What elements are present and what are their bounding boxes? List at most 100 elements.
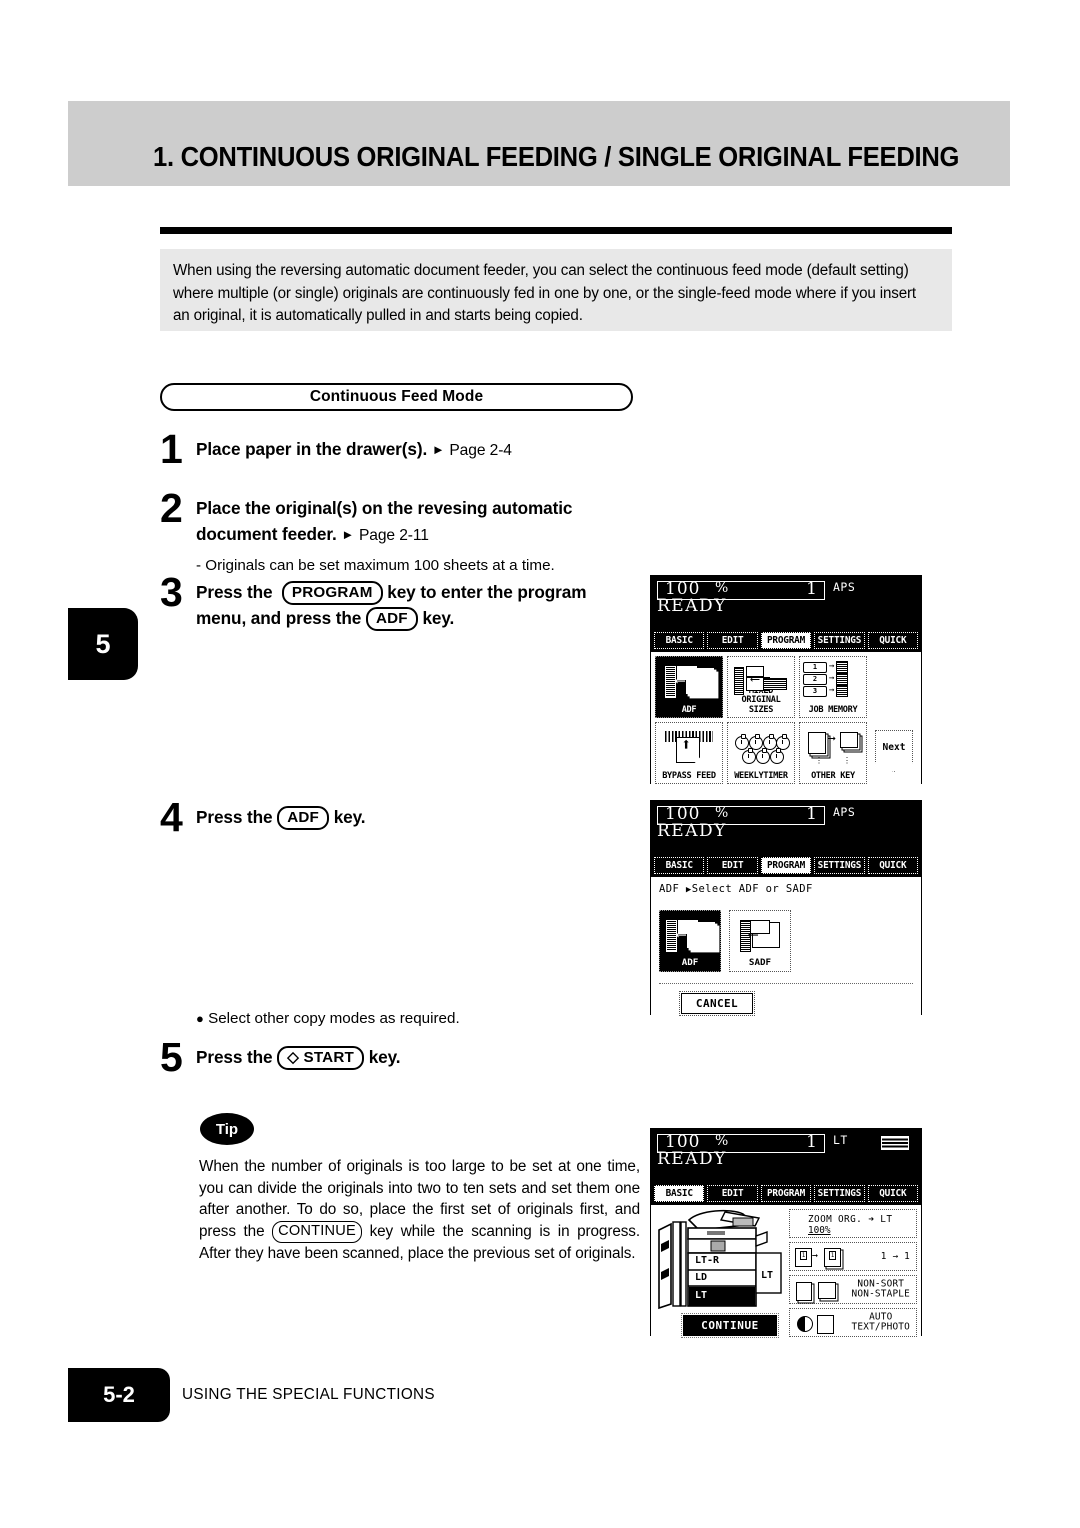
lcd3-tab-basic[interactable]: BASIC (654, 1185, 705, 1202)
step-2-note: - Originals can be set maximum 100 sheet… (196, 557, 555, 574)
continue-key[interactable]: CONTINUE (272, 1220, 362, 1243)
lcd1-bypass-feed-button[interactable]: ⬆ BYPASS FEED (655, 722, 723, 784)
tip-badge: Tip (200, 1113, 254, 1145)
intro-callout: When using the reversing automatic docum… (160, 249, 952, 331)
lcd2-tab-basic[interactable]: BASIC (654, 857, 705, 874)
lcd3-tab-program[interactable]: PROGRAM (760, 1185, 812, 1202)
lcd3-tab-edit[interactable]: EDIT (707, 1185, 758, 1202)
lcd1-ready-text: READY (657, 596, 727, 616)
lcd1-paper-mode: APS (833, 580, 856, 594)
program-key[interactable]: PROGRAM (281, 581, 383, 605)
lcd1-other-key-button[interactable]: ➞ ⋮ ⋮ OTHER KEY (799, 722, 867, 784)
lcd3-continue-button[interactable]: CONTINUE (681, 1313, 779, 1338)
intro-text: When using the reversing automatic docum… (173, 262, 916, 324)
step-3-number: 3 (160, 569, 183, 615)
lcd1-job-memory-button[interactable]: 1 ➞ 2 ➞ 3 ➞ JOB MEMORY (799, 656, 867, 718)
step-4-number: 4 (160, 794, 183, 840)
lcd3-zoom-value: 100% (808, 1225, 831, 1236)
section-title-band: 1. CONTINUOUS ORIGINAL FEEDING / SINGLE … (68, 101, 1010, 186)
step-4: 4 Press the ADF key. (160, 794, 630, 840)
lcd2-cancel-button[interactable]: CANCEL (679, 991, 755, 1016)
lcd2-tab-row: BASIC EDIT PROGRAM SETTINGS QUICK (651, 853, 921, 877)
lcd2-tab-settings[interactable]: SETTINGS (814, 857, 865, 874)
lcd3-zoom-button[interactable]: ZOOM ORG. ➜ LT 100% (789, 1209, 917, 1238)
lcd1-button-grid: ⟵ ADF ⟵ MIXED ORI (655, 656, 867, 784)
lcd2-adf-label: ADF (681, 957, 699, 968)
lcd3-tab-quick[interactable]: QUICK (867, 1185, 919, 1202)
step-1: 1 Place paper in the drawer(s). ► Page 2… (160, 426, 630, 472)
lcd1-tab-settings[interactable]: SETTINGS (814, 632, 865, 649)
lcd1-percent-symbol: % (715, 580, 729, 596)
step-3: 3 Press the PROGRAM key to enter the pro… (160, 569, 642, 631)
start-key[interactable]: ◇ START (277, 1046, 364, 1070)
lcd1-adf-button[interactable]: ⟵ ADF (655, 656, 723, 718)
lcd1-adf-label: ADF (681, 704, 697, 715)
density-icon (797, 1316, 813, 1332)
sadf-icon: ⟵ (730, 916, 790, 954)
lcd3-status-bar: 100 % 1 LT READY (651, 1129, 921, 1181)
simplex-source-icon: 1 (795, 1248, 812, 1267)
job-slot-1: 1 (803, 661, 827, 673)
step-5-number: 5 (160, 1034, 183, 1080)
step-2-text2: document feeder. (196, 524, 337, 544)
job-slot-2: 2 (803, 673, 827, 685)
duplex-arrow-icon: ➞ (812, 1251, 819, 1262)
lcd2-tab-edit[interactable]: EDIT (707, 857, 758, 874)
step-1-title: Place paper in the drawer(s). ► Page 2-4 (196, 436, 512, 464)
lcd1-weekly-timer-button[interactable]: WEEKLYTIMER (727, 722, 795, 784)
lcd3-finisher-button[interactable]: NON-SORT NON-STAPLE (789, 1275, 917, 1304)
footer-page-tab: 5-2 (68, 1368, 170, 1422)
lcd3-original-mode-button[interactable]: AUTO TEXT/PHOTO (789, 1308, 917, 1337)
page-ref-arrow-icon: ► (341, 527, 355, 542)
page-title: 1. CONTINUOUS ORIGINAL FEEDING / SINGLE … (153, 141, 960, 172)
copier-diagram: LT-R LD LT LT (655, 1208, 783, 1314)
lcd-screenshot-program-menu: 100 % 1 APS READY BASIC EDIT PROGRAM SET… (650, 575, 922, 785)
lcd3-drawer-2-label: LD (695, 1272, 708, 1283)
paper-stack-icon (881, 1136, 909, 1150)
select-copy-modes-note: ● Select other copy modes as required. (196, 1009, 460, 1029)
step-2-title-line2: document feeder. ► Page 2-11 (196, 521, 641, 549)
step-5-text-b: key. (368, 1047, 401, 1067)
lcd1-bypass-feed-label: BYPASS FEED (662, 770, 716, 781)
lcd3-duplex-value: 1 → 1 (880, 1250, 910, 1262)
bullet-note-text: Select other copy modes as required. (208, 1010, 460, 1027)
tip-text-b: key while the scanning is in progress. A… (199, 1222, 640, 1262)
lcd2-tab-quick[interactable]: QUICK (867, 857, 919, 874)
lcd1-tab-basic[interactable]: BASIC (654, 632, 705, 649)
step-2-title-line1: Place the original(s) on the revesing au… (196, 498, 573, 518)
lcd1-next-button[interactable]: Next (875, 730, 913, 772)
lcd3-continue-label: CONTINUE (701, 1319, 759, 1332)
adf-key[interactable]: ADF (365, 607, 418, 631)
job-slot-3: 3 (803, 685, 827, 697)
lcd2-adf-button[interactable]: ⟵ ADF (659, 910, 721, 972)
step-5-title: Press the ◇ START key. (196, 1044, 401, 1070)
step-3-title-line1: Press the PROGRAM key to enter the progr… (196, 579, 642, 605)
non-sort-icon (796, 1282, 812, 1301)
lcd3-tab-row: BASIC EDIT PROGRAM SETTINGS QUICK (651, 1181, 921, 1205)
lcd2-caption-prefix: ADF (659, 883, 680, 895)
lcd3-finisher-line2: NON-STAPLE (851, 1288, 910, 1300)
simplex-target-icon: 1 (824, 1248, 841, 1267)
lcd3-tab-settings[interactable]: SETTINGS (814, 1185, 865, 1202)
adf-icon: ⟵ (656, 661, 722, 701)
lcd1-body: ⟵ ADF ⟵ MIXED ORI (651, 652, 921, 785)
lcd-screenshot-adf-select: 100 % 1 APS READY BASIC EDIT PROGRAM SET… (650, 800, 922, 1016)
lcd2-body: ADF ▶Select ADF or SADF ⟵ ADF ⟵ SADF CAN… (651, 877, 921, 1016)
lcd3-original-mode-line1: AUTO (869, 1311, 893, 1322)
lcd2-sadf-button[interactable]: ⟵ SADF (729, 910, 791, 972)
title-rule (160, 227, 952, 234)
step-3-text-c: menu, and press the (196, 608, 362, 628)
lcd3-finisher-line1: NON-SORT (857, 1278, 905, 1289)
lcd1-tab-quick[interactable]: QUICK (867, 632, 919, 649)
lcd1-mixed-original-sizes-button[interactable]: ⟵ MIXED ORIGINAL SIZES (727, 656, 795, 718)
step-1-number: 1 (160, 426, 183, 472)
adf-key[interactable]: ADF (277, 806, 330, 830)
lcd3-drawer-1-label: LT-R (695, 1255, 720, 1266)
lcd1-tab-program[interactable]: PROGRAM (760, 632, 812, 649)
lcd3-original-mode-value: AUTO TEXT/PHOTO (852, 1311, 910, 1333)
lcd3-duplex-button[interactable]: 1 ➞ 1 1 → 1 (789, 1242, 917, 1271)
lcd1-tab-edit[interactable]: EDIT (707, 632, 758, 649)
lcd2-percent-symbol: % (715, 805, 729, 821)
tip-text: When the number of originals is too larg… (199, 1156, 640, 1264)
lcd2-tab-program[interactable]: PROGRAM (760, 857, 812, 874)
